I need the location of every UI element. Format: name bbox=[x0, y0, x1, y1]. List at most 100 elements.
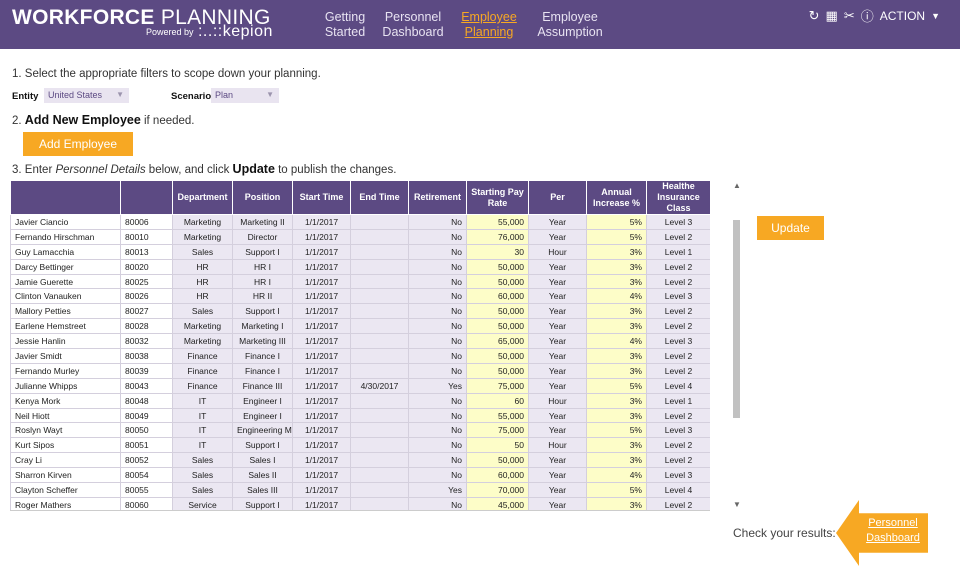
cell-position[interactable]: Support I bbox=[232, 437, 293, 454]
scroll-down-icon[interactable]: ▼ bbox=[733, 500, 741, 509]
cell-annual-increase[interactable]: 3% bbox=[586, 348, 647, 364]
cell-position[interactable]: Engineering Ma bbox=[232, 422, 293, 439]
cell-start-time[interactable]: 1/1/2017 bbox=[292, 496, 351, 510]
cell-insurance-class[interactable]: Level 2 bbox=[646, 318, 710, 335]
info-icon[interactable]: ⓘ bbox=[861, 6, 874, 25]
cell-pay-period[interactable]: Year bbox=[528, 214, 587, 230]
cell-position[interactable]: HR I bbox=[232, 258, 293, 275]
cell-retirement[interactable]: Yes bbox=[408, 482, 467, 498]
cell-insurance-class[interactable]: Level 3 bbox=[646, 214, 710, 230]
cell-starting-pay-rate[interactable]: 50 bbox=[466, 437, 529, 454]
cell-retirement[interactable]: No bbox=[408, 243, 467, 260]
cell-start-time[interactable]: 1/1/2017 bbox=[292, 392, 351, 409]
cell-starting-pay-rate[interactable]: 60,000 bbox=[466, 467, 529, 484]
personnel-dashboard-link[interactable]: Personnel Dashboard bbox=[856, 516, 930, 546]
cell-end-time[interactable] bbox=[350, 437, 409, 454]
cell-position[interactable]: Sales II bbox=[232, 467, 293, 484]
scrollbar-thumb[interactable] bbox=[733, 220, 740, 418]
cell-insurance-class[interactable]: Level 2 bbox=[646, 407, 710, 424]
cell-end-time[interactable] bbox=[350, 348, 409, 364]
cell-retirement[interactable]: No bbox=[408, 228, 467, 245]
cell-department[interactable]: Sales bbox=[172, 467, 233, 484]
cell-starting-pay-rate[interactable]: 50,000 bbox=[466, 273, 529, 290]
cell-starting-pay-rate[interactable]: 65,000 bbox=[466, 333, 529, 350]
cell-department[interactable]: Finance bbox=[172, 377, 233, 394]
cell-department[interactable]: Sales bbox=[172, 243, 233, 260]
cell-start-time[interactable]: 1/1/2017 bbox=[292, 258, 351, 275]
cell-annual-increase[interactable]: 5% bbox=[586, 422, 647, 439]
cell-pay-period[interactable]: Year bbox=[528, 288, 587, 305]
cell-starting-pay-rate[interactable]: 70,000 bbox=[466, 482, 529, 498]
cell-pay-period[interactable]: Hour bbox=[528, 392, 587, 409]
cell-retirement[interactable]: Yes bbox=[408, 377, 467, 394]
nav-getting-started[interactable]: Getting Started bbox=[322, 10, 368, 40]
cell-starting-pay-rate[interactable]: 30 bbox=[466, 243, 529, 260]
cell-annual-increase[interactable]: 4% bbox=[586, 333, 647, 350]
cell-end-time[interactable] bbox=[350, 496, 409, 510]
cell-pay-period[interactable]: Year bbox=[528, 258, 587, 275]
cell-position[interactable]: Marketing I bbox=[232, 318, 293, 335]
cell-annual-increase[interactable]: 3% bbox=[586, 273, 647, 290]
cell-department[interactable]: Sales bbox=[172, 482, 233, 498]
refresh-icon[interactable]: ↻ bbox=[809, 8, 820, 24]
cell-department[interactable]: Sales bbox=[172, 452, 233, 469]
cell-pay-period[interactable]: Year bbox=[528, 467, 587, 484]
cell-insurance-class[interactable]: Level 3 bbox=[646, 333, 710, 350]
cell-annual-increase[interactable]: 3% bbox=[586, 437, 647, 454]
cell-annual-increase[interactable]: 3% bbox=[586, 318, 647, 335]
cell-department[interactable]: IT bbox=[172, 422, 233, 439]
cell-start-time[interactable]: 1/1/2017 bbox=[292, 288, 351, 305]
cell-start-time[interactable]: 1/1/2017 bbox=[292, 467, 351, 484]
cell-starting-pay-rate[interactable]: 60 bbox=[466, 392, 529, 409]
cell-starting-pay-rate[interactable]: 76,000 bbox=[466, 228, 529, 245]
cell-pay-period[interactable]: Year bbox=[528, 377, 587, 394]
cell-retirement[interactable]: No bbox=[408, 422, 467, 439]
cell-start-time[interactable]: 1/1/2017 bbox=[292, 422, 351, 439]
cell-retirement[interactable]: No bbox=[408, 214, 467, 230]
cell-insurance-class[interactable]: Level 2 bbox=[646, 258, 710, 275]
cell-starting-pay-rate[interactable]: 45,000 bbox=[466, 496, 529, 510]
cell-annual-increase[interactable]: 5% bbox=[586, 214, 647, 230]
cell-position[interactable]: HR I bbox=[232, 273, 293, 290]
cell-position[interactable]: Marketing III bbox=[232, 333, 293, 350]
cell-end-time[interactable] bbox=[350, 452, 409, 469]
cell-end-time[interactable] bbox=[350, 333, 409, 350]
cell-position[interactable]: Marketing II bbox=[232, 214, 293, 230]
cell-insurance-class[interactable]: Level 2 bbox=[646, 348, 710, 364]
cell-pay-period[interactable]: Year bbox=[528, 407, 587, 424]
cell-end-time[interactable] bbox=[350, 258, 409, 275]
cell-annual-increase[interactable]: 5% bbox=[586, 228, 647, 245]
cell-start-time[interactable]: 1/1/2017 bbox=[292, 407, 351, 424]
cell-pay-period[interactable]: Year bbox=[528, 348, 587, 364]
cell-retirement[interactable]: No bbox=[408, 258, 467, 275]
cell-retirement[interactable]: No bbox=[408, 333, 467, 350]
cell-department[interactable]: Marketing bbox=[172, 214, 233, 230]
cell-insurance-class[interactable]: Level 1 bbox=[646, 243, 710, 260]
cell-start-time[interactable]: 1/1/2017 bbox=[292, 348, 351, 364]
cell-end-time[interactable] bbox=[350, 467, 409, 484]
cell-pay-period[interactable]: Hour bbox=[528, 437, 587, 454]
cell-end-time[interactable] bbox=[350, 407, 409, 424]
cell-start-time[interactable]: 1/1/2017 bbox=[292, 452, 351, 469]
scenario-select[interactable]: Plan ▼ bbox=[211, 88, 279, 103]
cell-annual-increase[interactable]: 3% bbox=[586, 303, 647, 320]
cell-retirement[interactable]: No bbox=[408, 348, 467, 364]
cell-starting-pay-rate[interactable]: 75,000 bbox=[466, 422, 529, 439]
cell-annual-increase[interactable]: 3% bbox=[586, 407, 647, 424]
cell-start-time[interactable]: 1/1/2017 bbox=[292, 437, 351, 454]
cell-insurance-class[interactable]: Level 2 bbox=[646, 303, 710, 320]
cell-department[interactable]: Marketing bbox=[172, 318, 233, 335]
cell-department[interactable]: Service bbox=[172, 496, 233, 510]
cell-end-time[interactable] bbox=[350, 243, 409, 260]
cell-start-time[interactable]: 1/1/2017 bbox=[292, 362, 351, 379]
cell-end-time[interactable] bbox=[350, 303, 409, 320]
cell-insurance-class[interactable]: Level 2 bbox=[646, 362, 710, 379]
cell-starting-pay-rate[interactable]: 55,000 bbox=[466, 214, 529, 230]
cell-department[interactable]: Finance bbox=[172, 362, 233, 379]
cell-starting-pay-rate[interactable]: 50,000 bbox=[466, 362, 529, 379]
cell-annual-increase[interactable]: 3% bbox=[586, 258, 647, 275]
cell-pay-period[interactable]: Year bbox=[528, 318, 587, 335]
cell-annual-increase[interactable]: 3% bbox=[586, 452, 647, 469]
cell-pay-period[interactable]: Year bbox=[528, 228, 587, 245]
nav-personnel-dashboard[interactable]: Personnel Dashboard bbox=[382, 10, 444, 40]
